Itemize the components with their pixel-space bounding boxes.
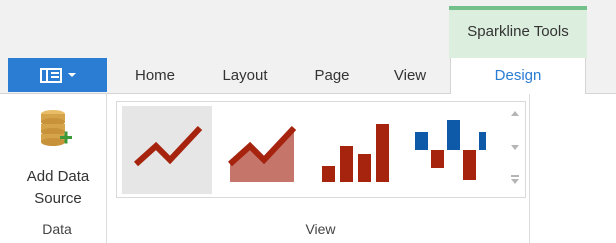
group-label-data: Data bbox=[42, 221, 72, 237]
application-menu-button[interactable] bbox=[8, 58, 107, 92]
gallery-item-column[interactable] bbox=[310, 106, 400, 194]
ribbon-group-view: View bbox=[112, 94, 530, 243]
gallery-item-area[interactable] bbox=[216, 106, 306, 194]
group-label-view: View bbox=[305, 221, 336, 237]
add-data-source-label: Add Data Source bbox=[26, 168, 90, 207]
win-loss-sparkline-icon bbox=[415, 120, 486, 180]
contextual-tab-header: Sparkline Tools bbox=[449, 6, 587, 58]
chevron-up-icon bbox=[511, 110, 519, 116]
tab-home[interactable]: Home bbox=[120, 58, 190, 94]
gallery-more-button[interactable] bbox=[508, 172, 522, 186]
more-bar-icon bbox=[511, 174, 519, 177]
ribbon-tab-row: Home Layout Page View Design bbox=[0, 58, 616, 95]
tab-layout[interactable]: Layout bbox=[205, 58, 285, 94]
gallery-item-win-loss[interactable] bbox=[404, 106, 494, 194]
add-data-source-icon bbox=[41, 110, 72, 146]
chevron-down-icon bbox=[67, 73, 76, 77]
area-sparkline-icon bbox=[227, 125, 297, 182]
contextual-tab-label: Sparkline Tools bbox=[467, 23, 569, 40]
app-menu-icon bbox=[39, 67, 62, 83]
ribbon-group-data: Add Data Source Data bbox=[8, 94, 107, 243]
tab-view[interactable]: View bbox=[378, 58, 442, 94]
gallery-scroll-down-button[interactable] bbox=[508, 140, 522, 154]
ribbon-title-strip: Sparkline Tools bbox=[0, 0, 616, 58]
line-sparkline-icon bbox=[133, 125, 203, 167]
column-sparkline-icon bbox=[322, 124, 389, 182]
ribbon-panel: Add Data Source Data View bbox=[0, 94, 616, 243]
gallery-item-line[interactable] bbox=[122, 106, 212, 194]
sparkline-type-gallery bbox=[116, 101, 526, 198]
add-data-source-button[interactable]: Add Data Source bbox=[12, 100, 104, 208]
tab-page[interactable]: Page bbox=[300, 58, 364, 94]
gallery-scroll-up-button[interactable] bbox=[508, 106, 522, 120]
expand-gallery-icon bbox=[511, 178, 519, 184]
chevron-down-icon bbox=[511, 144, 519, 150]
tab-design[interactable]: Design bbox=[450, 58, 586, 95]
